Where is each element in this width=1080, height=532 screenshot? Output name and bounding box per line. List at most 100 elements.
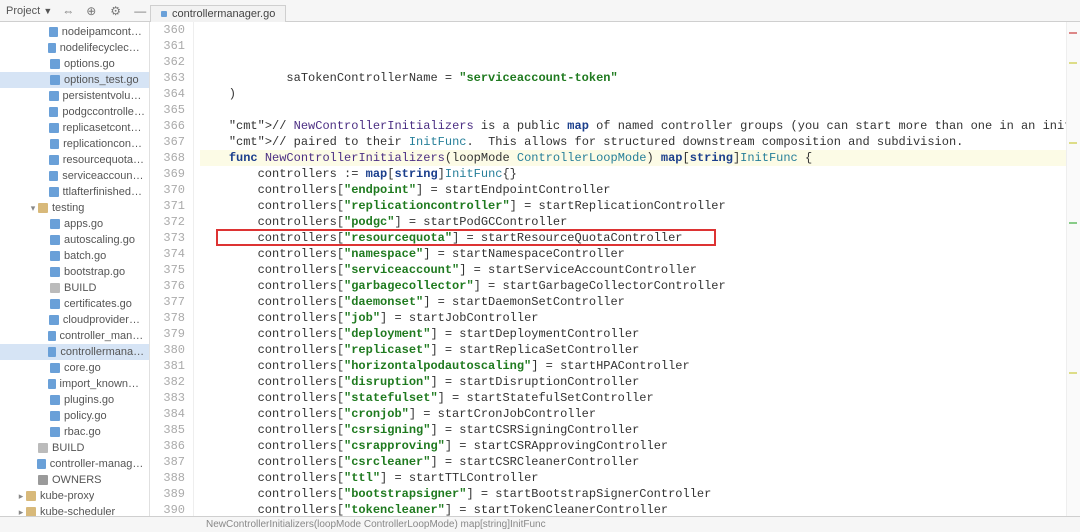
code-line[interactable]: controllers["endpoint"] = startEndpointC… xyxy=(200,182,1066,198)
code-line[interactable]: controllers["namespace"] = startNamespac… xyxy=(200,246,1066,262)
tree-item[interactable]: podgccontroller.go xyxy=(0,104,149,120)
status-bar: NewControllerInitializers(loopMode Contr… xyxy=(0,516,1080,532)
code-line[interactable]: saTokenControllerName = "serviceaccount-… xyxy=(200,70,1066,86)
code-line[interactable]: controllers["replicationcontroller"] = s… xyxy=(200,198,1066,214)
code-line[interactable]: controllers["ttl"] = startTTLController xyxy=(200,470,1066,486)
tree-item[interactable]: cloudproviders.go xyxy=(0,312,149,328)
tree-item[interactable]: serviceaccountcon xyxy=(0,168,149,184)
code-line[interactable]: controllers["resourcequota"] = startReso… xyxy=(200,230,1066,246)
file-icon xyxy=(49,155,58,165)
tree-item[interactable]: controller-manager.go xyxy=(0,456,149,472)
tree-item[interactable]: plugins.go xyxy=(0,392,149,408)
tree-item[interactable]: resourcequotacon xyxy=(0,152,149,168)
file-icon xyxy=(50,59,60,69)
tree-item[interactable]: controller_manager_te xyxy=(0,328,149,344)
code-editor[interactable]: 3603613623633643653663673683693703713723… xyxy=(150,22,1080,516)
code-line[interactable]: controllers["cronjob"] = startCronJobCon… xyxy=(200,406,1066,422)
code-line[interactable]: controllers["statefulset"] = startStatef… xyxy=(200,390,1066,406)
code-line[interactable]: controllers["podgc"] = startPodGCControl… xyxy=(200,214,1066,230)
editor-tab-bar: controllermanager.go xyxy=(150,0,286,22)
tree-item-label: ttlafterfinishedcont xyxy=(63,186,146,198)
tree-item[interactable]: bootstrap.go xyxy=(0,264,149,280)
tree-item[interactable]: ▸kube-proxy xyxy=(0,488,149,504)
tree-item-label: batch.go xyxy=(64,250,106,262)
file-icon xyxy=(38,443,48,453)
tree-item[interactable]: options.go xyxy=(0,56,149,72)
tree-item-label: BUILD xyxy=(52,442,84,454)
code-line[interactable]: controllers["replicaset"] = startReplica… xyxy=(200,342,1066,358)
file-icon xyxy=(48,379,56,389)
code-line[interactable]: ) xyxy=(200,86,1066,102)
tree-item[interactable]: autoscaling.go xyxy=(0,232,149,248)
code-line[interactable]: func NewControllerInitializers(loopMode … xyxy=(200,150,1066,166)
code-line[interactable]: controllers["bootstrapsigner"] = startBo… xyxy=(200,486,1066,502)
tree-item[interactable]: options_test.go xyxy=(0,72,149,88)
tree-item-label: kube-proxy xyxy=(40,490,94,502)
minimize-icon[interactable]: — xyxy=(134,4,148,18)
tab-label: controllermanager.go xyxy=(172,8,275,20)
tree-item[interactable]: replicasetcontrolle xyxy=(0,120,149,136)
breadcrumb[interactable]: NewControllerInitializers(loopMode Contr… xyxy=(206,519,546,530)
code-area[interactable]: saTokenControllerName = "serviceaccount-… xyxy=(194,22,1066,516)
tree-item[interactable]: OWNERS xyxy=(0,472,149,488)
tree-item[interactable]: certificates.go xyxy=(0,296,149,312)
tree-item[interactable]: ttlafterfinishedcont xyxy=(0,184,149,200)
code-line[interactable]: controllers["tokencleaner"] = startToken… xyxy=(200,502,1066,516)
file-icon xyxy=(50,363,60,373)
tree-item-label: nodeipamcontroller xyxy=(62,26,145,38)
collapse-icon[interactable]: ⇔ xyxy=(62,4,76,18)
tab-controllermanager[interactable]: controllermanager.go xyxy=(150,5,286,22)
code-line[interactable]: controllers["garbagecollector"] = startG… xyxy=(200,278,1066,294)
file-icon xyxy=(50,251,60,261)
file-icon xyxy=(49,171,58,181)
code-line[interactable]: controllers := map[string]InitFunc{} xyxy=(200,166,1066,182)
file-icon xyxy=(49,187,58,197)
code-line[interactable]: controllers["disruption"] = startDisrupt… xyxy=(200,374,1066,390)
file-icon xyxy=(48,331,56,341)
code-line[interactable]: "cmt">// NewControllerInitializers is a … xyxy=(200,118,1066,134)
tree-item-label: plugins.go xyxy=(64,394,114,406)
code-line[interactable]: "cmt">// paired to their InitFunc. This … xyxy=(200,134,1066,150)
tree-item[interactable]: ▸kube-scheduler xyxy=(0,504,149,516)
code-line[interactable]: controllers["job"] = startJobController xyxy=(200,310,1066,326)
tree-item[interactable]: batch.go xyxy=(0,248,149,264)
tree-item[interactable]: BUILD xyxy=(0,280,149,296)
tree-item[interactable]: controllermanager.go xyxy=(0,344,149,360)
tree-item-label: rbac.go xyxy=(64,426,101,438)
file-icon xyxy=(50,395,60,405)
code-line[interactable]: controllers["serviceaccount"] = startSer… xyxy=(200,262,1066,278)
tree-item-label: controller_manager_te xyxy=(60,330,145,342)
tree-item[interactable]: BUILD xyxy=(0,440,149,456)
tree-item[interactable]: persistentvolumeb xyxy=(0,88,149,104)
file-icon xyxy=(49,107,58,117)
tree-item[interactable]: import_known_version xyxy=(0,376,149,392)
code-line[interactable]: controllers["horizontalpodautoscaling"] … xyxy=(200,358,1066,374)
tree-item[interactable]: apps.go xyxy=(0,216,149,232)
tree-item[interactable]: replicationcontroll xyxy=(0,136,149,152)
tree-item-label: resourcequotacon xyxy=(63,154,145,166)
code-line[interactable]: controllers["csrapproving"] = startCSRAp… xyxy=(200,438,1066,454)
tree-item-label: autoscaling.go xyxy=(64,234,135,246)
tree-item[interactable]: nodeipamcontroller xyxy=(0,24,149,40)
code-line[interactable]: controllers["csrsigning"] = startCSRSign… xyxy=(200,422,1066,438)
tree-item-label: testing xyxy=(52,202,84,214)
tree-item[interactable]: ▾testing xyxy=(0,200,149,216)
editor-overview-ruler[interactable] xyxy=(1066,22,1080,516)
code-line[interactable]: controllers["deployment"] = startDeploym… xyxy=(200,326,1066,342)
go-file-icon xyxy=(161,11,167,17)
tree-item[interactable]: policy.go xyxy=(0,408,149,424)
code-line[interactable]: controllers["csrcleaner"] = startCSRClea… xyxy=(200,454,1066,470)
top-toolbar: Project ▼ ⇔ ⊕ ⚙ — controllermanager.go xyxy=(0,0,1080,22)
tree-item-label: policy.go xyxy=(64,410,107,422)
gear-icon[interactable]: ⚙ xyxy=(110,4,124,18)
project-tree[interactable]: nodeipamcontroller nodelifecyclecontrolle… xyxy=(0,22,150,516)
file-icon xyxy=(50,283,60,293)
project-dropdown[interactable]: Project ▼ xyxy=(6,5,52,17)
code-line[interactable]: controllers["daemonset"] = startDaemonSe… xyxy=(200,294,1066,310)
tree-item[interactable]: nodelifecyclecontroller xyxy=(0,40,149,56)
code-line[interactable] xyxy=(200,102,1066,118)
target-icon[interactable]: ⊕ xyxy=(86,4,100,18)
tree-item[interactable]: rbac.go xyxy=(0,424,149,440)
folder-icon xyxy=(38,203,48,213)
tree-item[interactable]: core.go xyxy=(0,360,149,376)
